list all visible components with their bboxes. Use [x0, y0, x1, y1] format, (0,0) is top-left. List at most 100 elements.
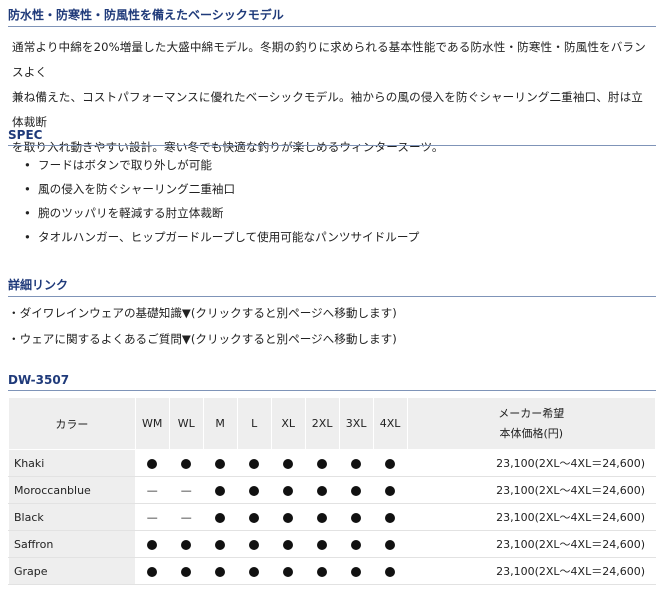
size-availability [372, 449, 408, 477]
size-price-table: カラー WM WL M L XL 2XL 3XL 4XL メーカー希望 本体価格… [8, 397, 657, 585]
table-row: Grape 23,100(2XL～4XL＝24,600) [8, 557, 657, 585]
available-dot [283, 512, 294, 523]
unavailable-dash: — [180, 510, 192, 524]
price-value: 23,100(2XL～4XL＝24,600) [406, 476, 657, 504]
spec-item: 風の侵入を防ぐシャーリング二重袖口 [24, 177, 419, 201]
price-value: 23,100(2XL～4XL＝24,600) [406, 557, 657, 585]
size-availability [236, 476, 272, 504]
size-header: 4XL [372, 397, 408, 450]
table-row: Khaki 23,100(2XL～4XL＝24,600) [8, 449, 657, 477]
spec-heading: SPEC [8, 128, 656, 146]
price-value: 23,100(2XL～4XL＝24,600) [406, 530, 657, 558]
available-dot [283, 458, 294, 469]
size-availability: — [134, 476, 170, 504]
size-availability [338, 476, 374, 504]
spec-item: 腕のツッパリを軽減する肘立体裁断 [24, 201, 419, 225]
color-name: Grape [8, 557, 136, 585]
size-availability [304, 530, 340, 558]
available-dot [283, 539, 294, 550]
size-availability [338, 530, 374, 558]
size-availability [236, 530, 272, 558]
size-availability [304, 476, 340, 504]
available-dot [147, 566, 158, 577]
size-availability: — [134, 503, 170, 531]
wear-faq-link[interactable]: ・ウェアに関するよくあるご質問▼(クリックすると別ページへ移動します) [8, 332, 397, 346]
available-dot [249, 458, 260, 469]
model-heading: DW-3507 [8, 373, 656, 391]
size-availability [304, 503, 340, 531]
available-dot [147, 539, 158, 550]
size-availability [304, 557, 340, 585]
size-availability [372, 530, 408, 558]
price-header-line2: 本体価格(円) [499, 426, 564, 440]
size-availability [372, 503, 408, 531]
size-availability [134, 557, 170, 585]
size-availability [304, 449, 340, 477]
available-dot [283, 485, 294, 496]
size-availability [270, 503, 306, 531]
available-dot [317, 458, 328, 469]
spec-item: フードはボタンで取り外しが可能 [24, 153, 419, 177]
size-availability [168, 449, 204, 477]
available-dot [215, 566, 226, 577]
intro-line: 通常より中綿を20%増量した大盛中綿モデル。冬期の釣りに求められる基本性能である… [12, 40, 646, 79]
size-availability [168, 557, 204, 585]
table-header-row: カラー WM WL M L XL 2XL 3XL 4XL メーカー希望 本体価格… [8, 397, 657, 450]
available-dot [249, 512, 260, 523]
size-availability [202, 476, 238, 504]
product-detail: 防水性・防寒性・防風性を備えたベーシックモデル 通常より中綿を20%増量した大盛… [0, 0, 664, 595]
table-row: Saffron 23,100(2XL～4XL＝24,600) [8, 530, 657, 558]
size-availability [270, 530, 306, 558]
links-heading: 詳細リンク [8, 276, 656, 297]
color-name: Moroccanblue [8, 476, 136, 504]
available-dot [385, 512, 396, 523]
size-availability [372, 476, 408, 504]
spec-item: タオルハンガー、ヒップガードループして使用可能なパンツサイドループ [24, 225, 419, 249]
size-header: WM [134, 397, 170, 450]
available-dot [215, 539, 226, 550]
available-dot [181, 539, 192, 550]
available-dot [351, 512, 362, 523]
size-availability [236, 503, 272, 531]
size-header: 3XL [338, 397, 374, 450]
available-dot [317, 566, 328, 577]
available-dot [249, 485, 260, 496]
color-name: Khaki [8, 449, 136, 477]
size-availability [202, 530, 238, 558]
available-dot [215, 485, 226, 496]
unavailable-dash: — [146, 483, 158, 497]
size-availability [202, 503, 238, 531]
available-dot [181, 458, 192, 469]
price-value: 23,100(2XL～4XL＝24,600) [406, 503, 657, 531]
table-row: Black — — 23,100(2XL～4XL＝24,600) [8, 503, 657, 531]
available-dot [351, 566, 362, 577]
available-dot [249, 539, 260, 550]
size-header: WL [168, 397, 204, 450]
price-header: メーカー希望 本体価格(円) [406, 397, 657, 450]
rainwear-basics-link[interactable]: ・ダイワレインウェアの基礎知識▼(クリックすると別ページへ移動します) [8, 306, 397, 320]
available-dot [181, 566, 192, 577]
available-dot [385, 485, 396, 496]
size-availability [202, 449, 238, 477]
size-header: M [202, 397, 238, 450]
available-dot [385, 539, 396, 550]
detail-links: ・ダイワレインウェアの基礎知識▼(クリックすると別ページへ移動します) ・ウェア… [8, 303, 397, 355]
size-availability: — [168, 476, 204, 504]
available-dot [215, 512, 226, 523]
table-row: Moroccanblue — — 23,100(2XL～4XL＝24,600) [8, 476, 657, 504]
size-availability [338, 449, 374, 477]
available-dot [317, 512, 328, 523]
headline: 防水性・防寒性・防風性を備えたベーシックモデル [8, 6, 656, 27]
price-value: 23,100(2XL～4XL＝24,600) [406, 449, 657, 477]
size-availability [338, 503, 374, 531]
size-availability [202, 557, 238, 585]
size-availability [236, 449, 272, 477]
available-dot [317, 539, 328, 550]
size-header: 2XL [304, 397, 340, 450]
color-name: Saffron [8, 530, 136, 558]
size-availability [134, 530, 170, 558]
color-header: カラー [8, 397, 136, 450]
size-availability [338, 557, 374, 585]
available-dot [283, 566, 294, 577]
available-dot [147, 458, 158, 469]
